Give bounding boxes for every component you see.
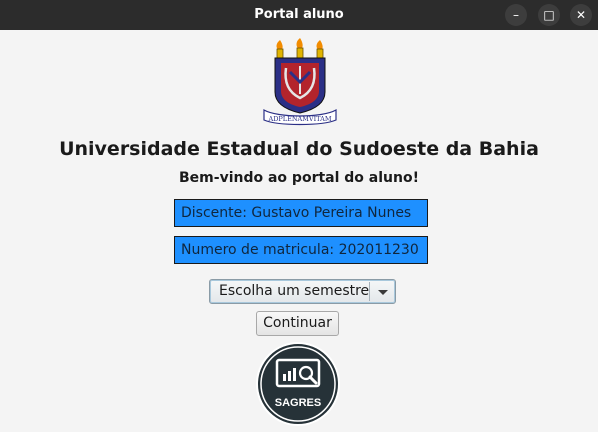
window-titlebar: Portal aluno – □ ✕ xyxy=(0,0,598,30)
semester-select-label: Escolha um semestre xyxy=(219,283,370,299)
torch-icon xyxy=(316,40,324,59)
chevron-down-icon[interactable] xyxy=(372,280,394,303)
minimize-button[interactable]: – xyxy=(505,4,527,26)
continue-button[interactable]: Continuar xyxy=(256,311,339,336)
semester-select[interactable]: Escolha um semestre xyxy=(209,279,396,304)
sagres-label: SAGRES xyxy=(274,397,322,409)
university-crest-logo: ADPLENAMVITAM xyxy=(263,38,337,126)
welcome-message: Bem-vindo ao portal do aluno! xyxy=(179,170,419,186)
torch-icon xyxy=(276,40,284,59)
select-divider xyxy=(369,282,370,301)
sagres-button[interactable]: SAGRES xyxy=(255,341,341,427)
crest-motto: ADPLENAMVITAM xyxy=(268,115,332,123)
close-button[interactable]: ✕ xyxy=(570,4,592,26)
torch-icon xyxy=(296,38,304,59)
maximize-button[interactable]: □ xyxy=(538,4,560,26)
university-title: Universidade Estadual do Sudoeste da Bah… xyxy=(59,138,539,160)
student-name-field: Discente: Gustavo Pereira Nunes xyxy=(174,199,428,227)
main-content: ADPLENAMVITAM Universidade Estadual do S… xyxy=(0,30,598,432)
sagres-logo xyxy=(256,342,340,426)
registration-number-field: Numero de matricula: 202011230 xyxy=(174,236,428,264)
